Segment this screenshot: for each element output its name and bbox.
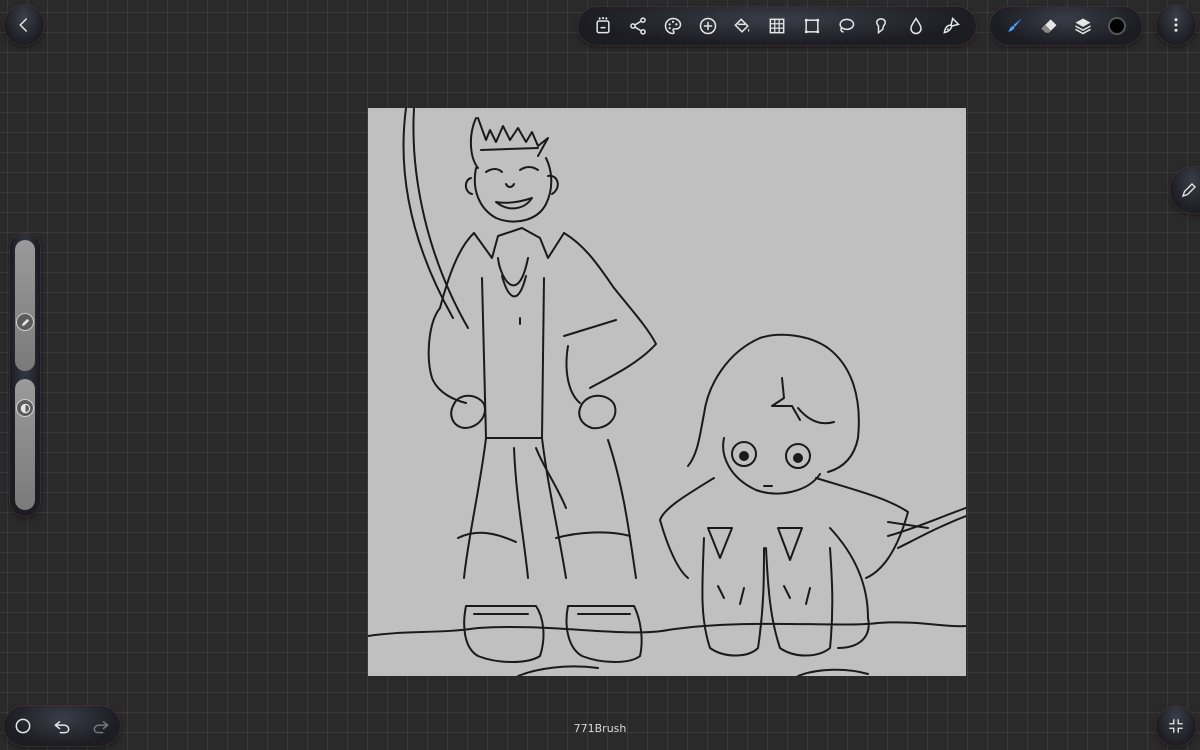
grid-icon xyxy=(769,18,785,34)
current-color-swatch xyxy=(1108,17,1126,35)
side-panel-toggle[interactable] xyxy=(1170,167,1200,213)
lasso-icon xyxy=(839,18,855,33)
share-tool[interactable] xyxy=(623,11,653,41)
palette-tool[interactable] xyxy=(658,11,688,41)
collapse-icon xyxy=(1169,719,1183,733)
opacity-slider[interactable] xyxy=(15,379,35,510)
eraser-icon xyxy=(1041,19,1057,33)
fill-tool[interactable] xyxy=(727,11,757,41)
smudge-tool[interactable] xyxy=(866,11,896,41)
line-art-drawing xyxy=(368,108,966,676)
more-vertical-icon xyxy=(1174,18,1178,32)
size-slider[interactable] xyxy=(15,240,35,371)
crop-icon xyxy=(804,18,819,34)
more-menu-button[interactable] xyxy=(1156,5,1196,45)
grid-tool[interactable] xyxy=(762,11,792,41)
brush-icon xyxy=(942,17,960,34)
brush-bar xyxy=(990,7,1142,45)
opacity-icon xyxy=(20,403,30,413)
blur-tool[interactable] xyxy=(901,11,931,41)
eraser-button[interactable] xyxy=(1034,11,1064,41)
palette-icon xyxy=(664,17,682,35)
drawing-canvas[interactable] xyxy=(368,108,966,676)
share-icon xyxy=(630,17,646,35)
back-button[interactable] xyxy=(4,5,44,45)
pen-icon xyxy=(1008,18,1022,32)
transform-tool[interactable] xyxy=(797,11,827,41)
fullscreen-button[interactable] xyxy=(1156,706,1196,746)
brush-select-tool[interactable] xyxy=(936,11,966,41)
lasso-tool[interactable] xyxy=(831,11,861,41)
drop-icon xyxy=(910,17,922,35)
paint-bucket-icon xyxy=(734,18,750,33)
size-slider-thumb[interactable] xyxy=(16,313,34,331)
layers-icon xyxy=(1075,18,1091,35)
pencil-icon xyxy=(21,318,29,326)
brush-sliders xyxy=(10,233,40,516)
main-toolbar xyxy=(578,7,976,45)
plus-circle-icon xyxy=(699,17,716,35)
layers-button[interactable] xyxy=(1068,11,1098,41)
pencil-edit-icon xyxy=(1181,183,1196,198)
opacity-slider-thumb[interactable] xyxy=(16,399,34,417)
brush-name-label: 771Brush xyxy=(573,722,627,735)
gallery-save-icon xyxy=(596,17,610,34)
color-button[interactable] xyxy=(1102,11,1132,41)
gallery-tool[interactable] xyxy=(588,11,618,41)
brush-mode-button[interactable] xyxy=(1000,11,1030,41)
chevron-left-icon xyxy=(19,18,27,32)
smudge-icon xyxy=(876,18,887,35)
add-tool[interactable] xyxy=(693,11,723,41)
